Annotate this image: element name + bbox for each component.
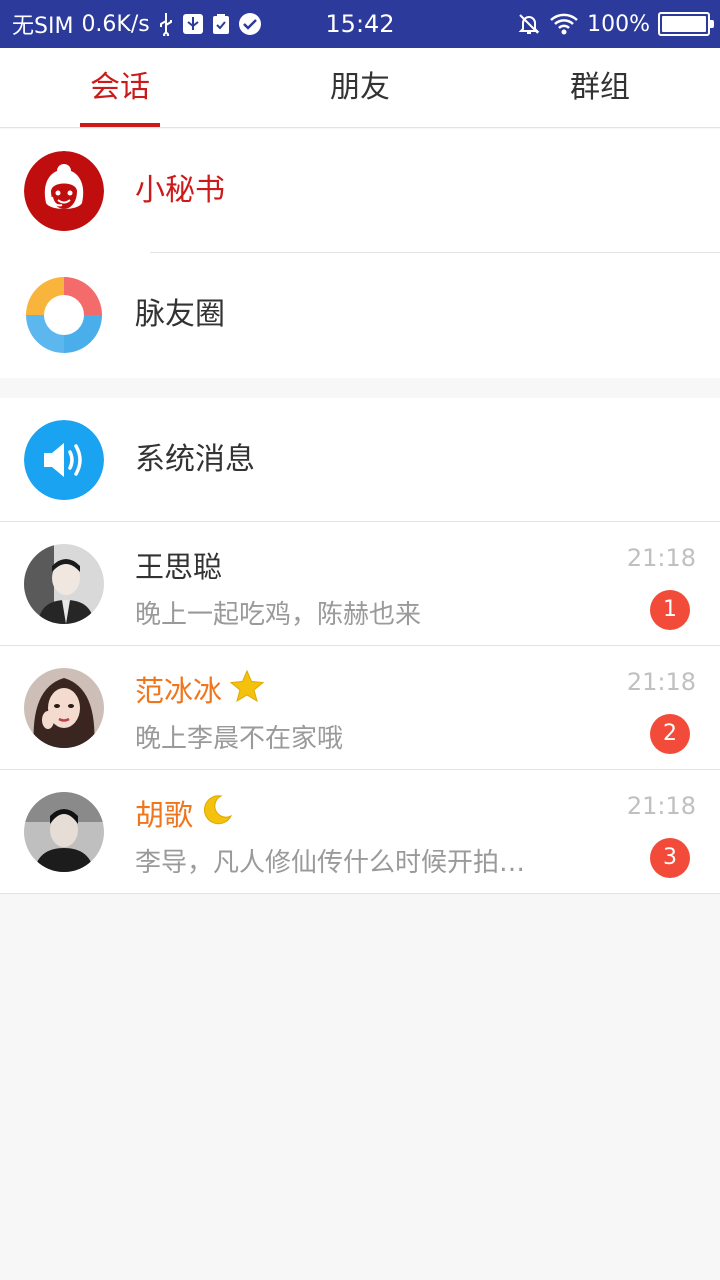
chat-time: 21:18 (626, 792, 696, 820)
mute-bell-icon (517, 12, 541, 36)
list-item-moments[interactable]: 脉友圈 (0, 253, 720, 378)
system-messages-title: 系统消息 (135, 442, 255, 477)
chat-name: 王思聪 (135, 550, 223, 584)
moments-circle-icon (24, 275, 104, 355)
chat-preview: 晚上李晨不在家哦 (135, 724, 344, 754)
chat-time: 21:18 (626, 668, 696, 696)
battery-percent: 100% (587, 11, 650, 37)
moon-icon (201, 794, 233, 833)
chat-item-wang[interactable]: 王思聪 晚上一起吃鸡，陈赫也来 21:18 1 (0, 522, 720, 646)
chat-preview: 晚上一起吃鸡，陈赫也来 (135, 600, 422, 630)
tab-conversations[interactable]: 会话 (0, 48, 240, 127)
wifi-icon (549, 12, 579, 36)
chat-name: 胡歌 (135, 792, 233, 834)
speaker-icon (24, 420, 104, 500)
tab-groups[interactable]: 群组 (480, 48, 720, 127)
avatar (24, 544, 104, 624)
chat-item-hu[interactable]: 胡歌 李导，凡人修仙传什么时候开拍… 21:18 3 (0, 770, 720, 894)
chat-preview: 李导，凡人修仙传什么时候开拍… (135, 848, 526, 878)
system-section: 系统消息 王思聪 晚上一起吃鸡，陈赫也来 21:18 1 范冰冰 晚上李晨不在家… (0, 398, 720, 894)
chat-time: 21:18 (626, 544, 696, 572)
unread-badge: 1 (650, 590, 690, 630)
list-item-secretary[interactable]: 小秘书 (0, 129, 720, 253)
chat-item-fan[interactable]: 范冰冰 晚上李晨不在家哦 21:18 2 (0, 646, 720, 770)
divider (0, 893, 720, 894)
top-section: 小秘书 脉友圈 (0, 129, 720, 378)
status-bar: 无SIM 0.6K/s 15:42 100% (0, 0, 720, 48)
unread-badge: 3 (650, 838, 690, 878)
avatar (24, 792, 104, 872)
tab-friends[interactable]: 朋友 (240, 48, 480, 127)
tab-bar: 会话 朋友 群组 (0, 48, 720, 128)
secretary-title: 小秘书 (135, 173, 225, 208)
unread-badge: 2 (650, 714, 690, 754)
star-icon (229, 669, 265, 709)
secretary-icon (24, 151, 104, 231)
moments-title: 脉友圈 (135, 297, 225, 332)
battery-icon (658, 12, 714, 36)
chat-name: 范冰冰 (135, 668, 265, 710)
list-item-system-messages[interactable]: 系统消息 (0, 398, 720, 522)
avatar (24, 668, 104, 748)
